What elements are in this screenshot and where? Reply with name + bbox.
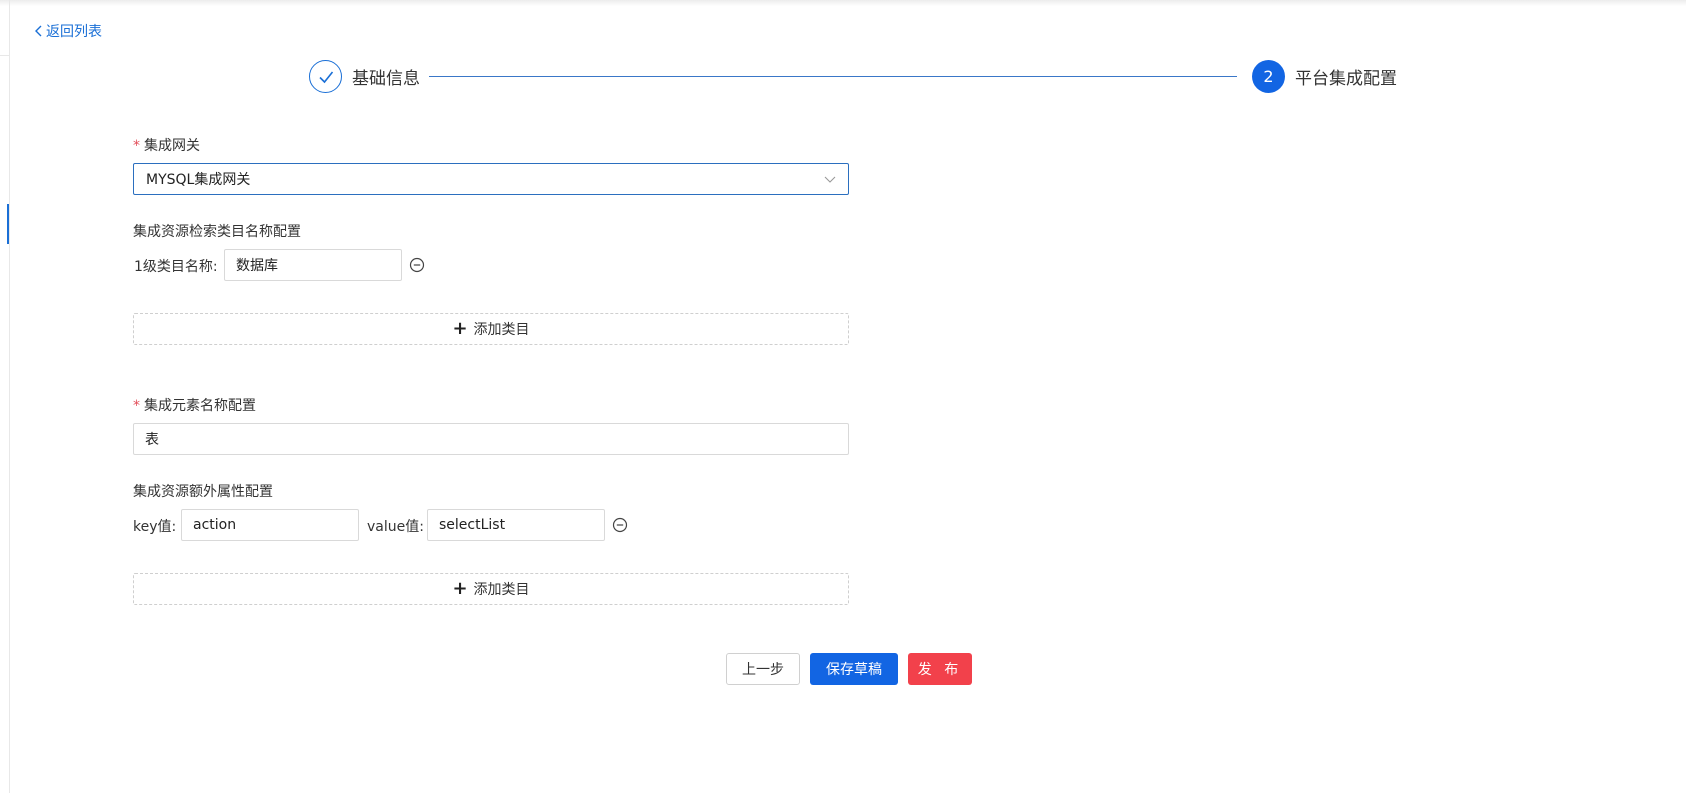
category-name-input[interactable]: 数据库: [224, 249, 402, 281]
remove-circle-icon[interactable]: [612, 517, 628, 533]
key-label: key值:: [133, 519, 177, 535]
element-name-value: 表: [145, 432, 159, 448]
required-mark: *: [133, 398, 140, 414]
add-category-label: 添加类目: [473, 322, 530, 338]
gateway-label-text: 集成网关: [144, 138, 200, 154]
add-category-button[interactable]: + 添加类目: [133, 313, 849, 345]
required-mark: *: [133, 138, 140, 154]
attr-value-value: selectList: [439, 517, 506, 533]
sidebar-divider: [0, 55, 9, 56]
page: 返回列表 基础信息 2 平台集成配置 * 集成网关 MYSQL集成网关 集成资源检…: [0, 0, 1686, 793]
attr-key-value: action: [193, 517, 237, 533]
back-link-label: 返回列表: [46, 24, 102, 40]
element-name-label: * 集成元素名称配置: [133, 395, 256, 415]
chevron-down-icon: [824, 176, 836, 183]
previous-step-button[interactable]: 上一步: [726, 653, 800, 685]
extra-attrs-label: 集成资源额外属性配置: [133, 484, 273, 500]
save-draft-button[interactable]: 保存草稿: [810, 653, 898, 685]
top-shadow: [0, 0, 1686, 6]
add-attribute-label: 添加类目: [473, 582, 530, 598]
step-basic-info: 基础信息: [309, 60, 420, 93]
step-platform-config: 2 平台集成配置: [1252, 60, 1397, 93]
sidebar-active-indicator: [7, 204, 9, 244]
step-connector: [429, 76, 1237, 77]
left-sidebar-border: [9, 0, 10, 793]
add-attribute-button[interactable]: + 添加类目: [133, 573, 849, 605]
category-config-label: 集成资源检索类目名称配置: [133, 224, 301, 240]
chevron-left-icon: [35, 25, 42, 37]
gateway-select-value: MYSQL集成网关: [146, 172, 251, 188]
step-number: 2: [1252, 60, 1285, 93]
check-icon: [309, 60, 342, 93]
element-name-label-text: 集成元素名称配置: [144, 398, 256, 414]
step-title: 基础信息: [352, 69, 420, 89]
attr-key-input[interactable]: action: [181, 509, 359, 541]
category-level-label: 1级类目名称:: [134, 259, 218, 275]
value-label: value值:: [367, 519, 424, 535]
plus-icon: +: [452, 578, 468, 599]
publish-button[interactable]: 发 布: [908, 653, 972, 685]
step-title: 平台集成配置: [1295, 69, 1397, 89]
gateway-label: * 集成网关: [133, 135, 200, 155]
plus-icon: +: [452, 318, 468, 339]
attr-value-input[interactable]: selectList: [427, 509, 605, 541]
gateway-select[interactable]: MYSQL集成网关: [133, 163, 849, 195]
category-name-value: 数据库: [236, 258, 278, 274]
back-to-list-link[interactable]: 返回列表: [34, 21, 102, 41]
remove-circle-icon[interactable]: [409, 257, 425, 273]
element-name-input[interactable]: 表: [133, 423, 849, 455]
